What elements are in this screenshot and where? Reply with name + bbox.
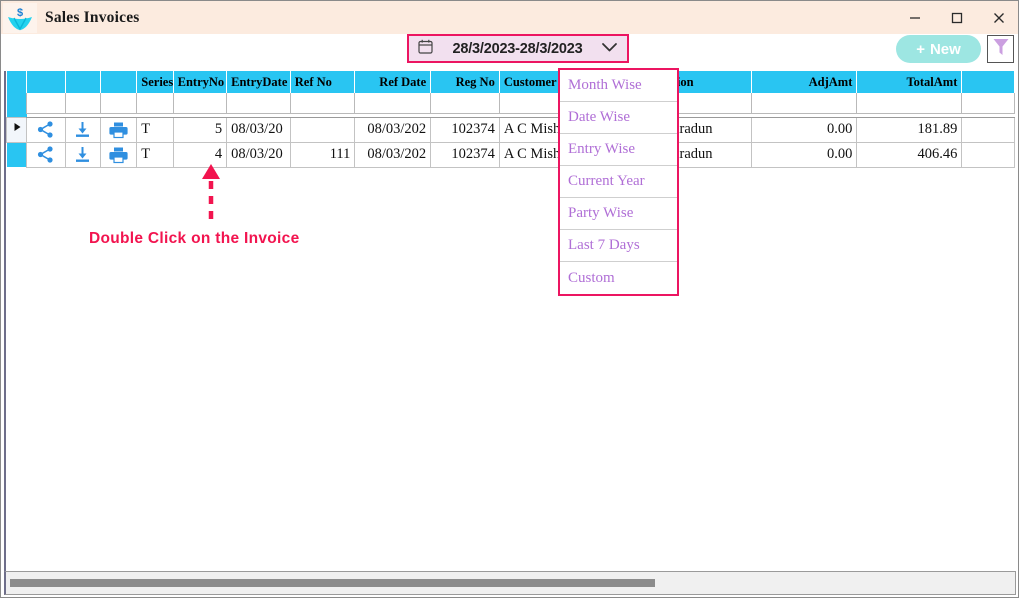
sales-invoices-window: $ Sales Invoices [0, 0, 1019, 598]
cell-adjamt: 0.00 [752, 142, 857, 167]
plus-icon: + [916, 41, 925, 58]
menu-item-party-wise[interactable]: Party Wise [560, 198, 677, 230]
column-header-entrydate[interactable]: EntryDate [227, 71, 291, 93]
bottom-status-strip [4, 571, 1016, 595]
toolbar: 28/3/2023-28/3/2023 + New [1, 34, 1019, 71]
column-header-rowselect [7, 71, 27, 93]
row-current-marker[interactable] [7, 142, 27, 167]
app-logo-icon: $ [3, 3, 37, 33]
filter-cell-refdate[interactable] [355, 93, 431, 113]
cell-tail [962, 142, 1015, 167]
filter-funnel-button[interactable] [987, 35, 1014, 63]
chevron-down-icon[interactable] [601, 40, 618, 58]
add-new-button[interactable]: + New [896, 35, 981, 63]
svg-text:$: $ [17, 7, 23, 19]
cell-regno: 102374 [431, 142, 500, 167]
funnel-icon [992, 37, 1010, 62]
row-current-marker[interactable] [7, 117, 27, 142]
column-header-download [65, 71, 100, 93]
menu-item-date-wise[interactable]: Date Wise [560, 102, 677, 134]
title-bar: $ Sales Invoices [1, 1, 1019, 34]
column-header-regno[interactable]: Reg No [431, 71, 500, 93]
row-print-button[interactable] [100, 117, 136, 142]
cell-entryno: 5 [173, 117, 227, 142]
menu-item-custom[interactable]: Custom [560, 262, 677, 294]
cell-refdate: 08/03/202 [355, 142, 431, 167]
cell-refdate: 08/03/202 [355, 117, 431, 142]
row-download-button[interactable] [65, 117, 100, 142]
cell-refno: 111 [290, 142, 355, 167]
minimize-button[interactable] [894, 1, 936, 34]
column-filter-row [7, 93, 1015, 113]
filter-cell-totalamt[interactable] [857, 93, 962, 113]
cell-tail [962, 117, 1015, 142]
page-title: Sales Invoices [45, 9, 140, 27]
cell-series: T [137, 117, 173, 142]
filter-cell-share[interactable] [27, 93, 65, 113]
date-range-selector[interactable]: 28/3/2023-28/3/2023 [407, 34, 629, 63]
maximize-button[interactable] [936, 1, 978, 34]
row-share-button[interactable] [27, 142, 65, 167]
column-header-series[interactable]: Series [137, 71, 173, 93]
filter-cell-rowselect [7, 93, 27, 113]
cell-totalamt: 181.89 [857, 117, 962, 142]
table-header-row: Series EntryNo EntryDate Ref No Ref Date… [7, 71, 1015, 93]
cell-adjamt: 0.00 [752, 117, 857, 142]
row-print-button[interactable] [100, 142, 136, 167]
menu-item-entry-wise[interactable]: Entry Wise [560, 134, 677, 166]
column-header-adjamt[interactable]: AdjAmt [752, 71, 857, 93]
calendar-icon [418, 39, 433, 59]
add-new-label: New [930, 41, 961, 58]
filter-cell-entrydate[interactable] [227, 93, 291, 113]
filter-cell-refno[interactable] [290, 93, 355, 113]
row-share-button[interactable] [27, 117, 65, 142]
filter-cell-tail [962, 93, 1015, 113]
date-range-value: 28/3/2023-28/3/2023 [440, 41, 595, 57]
invoices-table: Series EntryNo EntryDate Ref No Ref Date… [6, 71, 1015, 168]
menu-item-month-wise[interactable]: Month Wise [560, 70, 677, 102]
column-header-refdate[interactable]: Ref Date [355, 71, 431, 93]
table-row[interactable]: T 5 08/03/20 08/03/202 102374 A C Mishr … [7, 117, 1015, 142]
cell-regno: 102374 [431, 117, 500, 142]
column-header-print [100, 71, 136, 93]
date-range-dropdown-menu: Month Wise Date Wise Entry Wise Current … [558, 68, 679, 296]
filter-cell-download[interactable] [65, 93, 100, 113]
menu-item-last-7-days[interactable]: Last 7 Days [560, 230, 677, 262]
filter-cell-series[interactable] [137, 93, 173, 113]
filter-cell-adjamt[interactable] [752, 93, 857, 113]
horizontal-scrollbar-thumb[interactable] [10, 579, 655, 587]
column-header-totalamt[interactable]: TotalAmt [857, 71, 962, 93]
cell-entrydate: 08/03/20 [227, 142, 291, 167]
cell-refno [290, 117, 355, 142]
filter-cell-print[interactable] [100, 93, 136, 113]
invoices-grid: Series EntryNo EntryDate Ref No Ref Date… [4, 71, 1016, 571]
column-header-share [27, 71, 65, 93]
row-download-button[interactable] [65, 142, 100, 167]
cell-entrydate: 08/03/20 [227, 117, 291, 142]
window-controls [894, 1, 1019, 34]
cell-series: T [137, 142, 173, 167]
cell-totalamt: 406.46 [857, 142, 962, 167]
column-header-entryno[interactable]: EntryNo [173, 71, 227, 93]
filter-cell-entryno[interactable] [173, 93, 227, 113]
annotation-text: Double Click on the Invoice [89, 230, 300, 248]
up-arrow-dashed-icon [199, 164, 223, 231]
table-row[interactable]: T 4 08/03/20 111 08/03/202 102374 A C Mi… [7, 142, 1015, 167]
filter-cell-regno[interactable] [431, 93, 500, 113]
column-header-tail [962, 71, 1015, 93]
menu-item-current-year[interactable]: Current Year [560, 166, 677, 198]
horizontal-scrollbar-track[interactable] [10, 579, 1011, 587]
close-button[interactable] [978, 1, 1019, 34]
column-header-refno[interactable]: Ref No [290, 71, 355, 93]
